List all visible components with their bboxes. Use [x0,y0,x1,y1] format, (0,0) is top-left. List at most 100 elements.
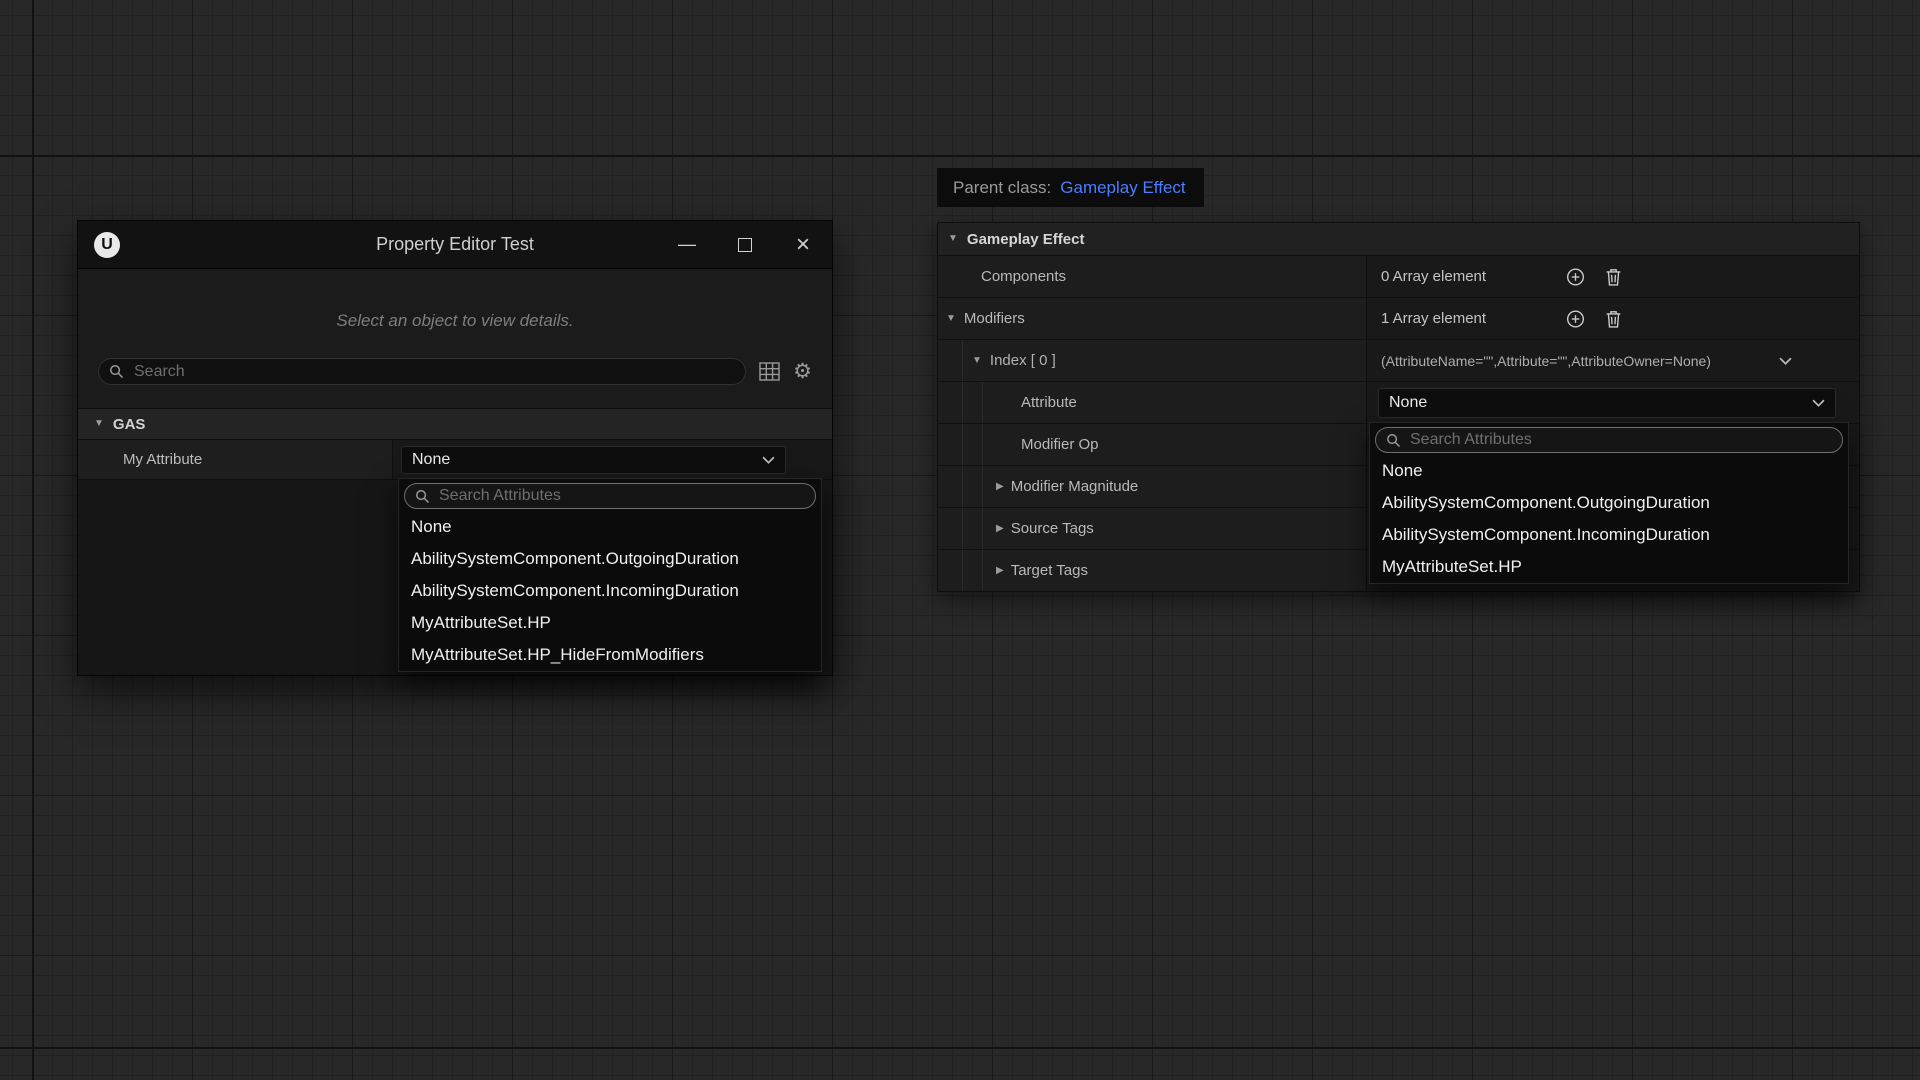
delete-elements-button[interactable] [1605,309,1622,328]
parent-class-label: Parent class: [953,178,1051,198]
row-label: Target Tags [1011,562,1088,579]
row-label: Modifier Op [1021,436,1099,453]
indent-guide [962,508,963,549]
indent-guide [962,340,963,381]
chevron-down-icon [1779,357,1792,365]
close-button[interactable]: × [774,221,832,268]
delete-elements-button[interactable] [1605,267,1622,286]
close-icon: × [796,233,810,257]
row-modifiers-name[interactable]: ▼ Modifiers [938,298,1367,339]
caret-right-icon: ▶ [996,482,1004,492]
search-box[interactable] [98,358,746,385]
parent-class-link[interactable]: Gameplay Effect [1060,178,1185,198]
trash-icon [1605,267,1622,286]
indent-guide [962,424,963,465]
array-count: 0 Array element [1381,268,1486,285]
row-label: Modifiers [964,310,1025,327]
caret-right-icon: ▶ [996,566,1004,576]
dropdown-item-hp[interactable]: MyAttributeSet.HP [1370,551,1848,583]
array-count: 1 Array element [1381,310,1486,327]
caret-down-icon: ▼ [972,356,982,366]
search-input[interactable] [132,362,735,382]
dropdown-item-hp-hide-from-modifiers[interactable]: MyAttributeSet.HP_HideFromModifiers [399,639,821,671]
indent-guide [982,466,983,507]
minimize-button[interactable]: — [658,221,716,268]
caret-down-icon: ▼ [946,314,956,324]
combobox-value: None [1389,394,1427,412]
dropdown-item-incoming-duration[interactable]: AbilitySystemComponent.IncomingDuration [399,575,821,607]
row-attribute-value: None [1367,382,1859,423]
maximize-icon [738,238,752,252]
row-index-0-name[interactable]: ▼ Index [ 0 ] [938,340,1367,381]
grid-origin-line-horizontal [0,1047,1920,1049]
row-my-attribute: My Attribute None [78,440,832,480]
chevron-down-icon [762,456,775,464]
row-my-attribute-value: None [393,440,832,479]
dropdown-search-box[interactable] [404,483,816,509]
row-label: Attribute [1021,394,1077,411]
chevron-down-icon [1812,399,1825,407]
search-icon [415,489,430,504]
details-search-row: ⚙ [98,358,812,385]
minimize-icon: — [678,234,696,255]
add-element-button[interactable] [1566,267,1585,286]
category-row-gameplay-effect[interactable]: ▼ Gameplay Effect [938,223,1859,256]
unreal-logo-icon: U [94,232,120,258]
row-modifiers-value: 1 Array element [1367,298,1859,339]
indent-guide [962,466,963,507]
row-label: My Attribute [123,451,202,468]
plus-circle-icon [1566,309,1585,328]
window-titlebar[interactable]: U Property Editor Test — × [78,221,832,269]
row-modifier-op-name: Modifier Op [938,424,1367,465]
settings-button[interactable]: ⚙ [793,361,812,382]
grid-origin-line-vertical [32,0,34,1080]
row-modifier-magnitude-name[interactable]: ▶ Modifier Magnitude [938,466,1367,507]
category-row-gas[interactable]: ▼ GAS [78,408,832,440]
indent-guide [962,382,963,423]
indent-guide [962,550,963,591]
row-target-tags-name[interactable]: ▶ Target Tags [938,550,1367,591]
add-element-button[interactable] [1566,309,1585,328]
indent-guide [982,382,983,423]
dropdown-item-incoming-duration[interactable]: AbilitySystemComponent.IncomingDuration [1370,519,1848,551]
caret-down-icon: ▼ [94,419,104,429]
row-source-tags-name[interactable]: ▶ Source Tags [938,508,1367,549]
grid-icon [759,362,780,381]
dropdown-search-input[interactable] [437,486,805,506]
row-attribute: Attribute None [938,382,1859,424]
parent-class-tooltip: Parent class: Gameplay Effect [937,168,1204,207]
dropdown-item-hp[interactable]: MyAttributeSet.HP [399,607,821,639]
plus-circle-icon [1566,267,1585,286]
combobox-value: None [412,451,450,469]
row-index-0: ▼ Index [ 0 ] (AttributeName="",Attribut… [938,340,1859,382]
row-label: Modifier Magnitude [1011,478,1139,495]
attribute-combobox[interactable]: None [1378,388,1836,418]
my-attribute-combobox[interactable]: None [401,446,786,474]
search-icon [1386,433,1401,448]
indent-guide [982,424,983,465]
maximize-button[interactable] [716,221,774,268]
dropdown-search-box[interactable] [1375,427,1843,453]
window-controls: — × [658,221,832,268]
caret-right-icon: ▶ [996,524,1004,534]
dropdown-item-none[interactable]: None [399,511,821,543]
property-matrix-button[interactable] [759,362,780,381]
category-label: GAS [113,416,146,433]
dropdown-item-outgoing-duration[interactable]: AbilitySystemComponent.OutgoingDuration [399,543,821,575]
row-index-0-value: (AttributeName="",Attribute="",Attribute… [1367,340,1859,381]
dropdown-item-none[interactable]: None [1370,455,1848,487]
row-my-attribute-name: My Attribute [78,440,393,479]
element-options-button[interactable] [1779,357,1792,365]
row-label: Index [ 0 ] [990,352,1056,369]
row-label: Source Tags [1011,520,1094,537]
attribute-dropdown-left: None AbilitySystemComponent.OutgoingDura… [398,478,822,672]
dropdown-item-outgoing-duration[interactable]: AbilitySystemComponent.OutgoingDuration [1370,487,1848,519]
indent-guide [982,508,983,549]
row-attribute-name: Attribute [938,382,1367,423]
search-icon [109,364,124,379]
empty-selection-hint: Select an object to view details. [78,311,832,331]
dropdown-search-input[interactable] [1408,430,1832,450]
attribute-dropdown-right: None AbilitySystemComponent.OutgoingDura… [1369,422,1849,584]
row-label: Components [981,268,1066,285]
trash-icon [1605,309,1622,328]
